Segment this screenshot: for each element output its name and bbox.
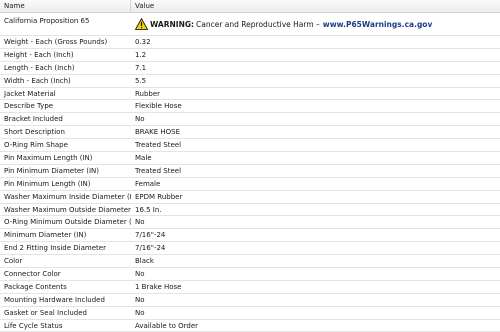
- table-row: Connector Color No: [0, 268, 500, 281]
- table-row: Color Black: [0, 255, 500, 269]
- table-row: Width - Each (Inch) 5.5: [0, 75, 500, 88]
- row-name: Mounting Hardware Included: [4, 295, 105, 304]
- row-name: Gasket or Seal Included: [4, 308, 87, 317]
- row-name: Pin Minimum Length (IN): [4, 179, 91, 188]
- row-value: No: [135, 308, 145, 317]
- row-value: 7/16"-24: [135, 244, 166, 253]
- table-row: Jacket Material Rubber: [0, 88, 500, 101]
- column-header-value[interactable]: Value: [131, 0, 500, 13]
- table-row: End 2 Fitting Inside Diameter 7/16"-24: [0, 242, 500, 256]
- row-value: Rubber: [135, 89, 161, 98]
- row-name: Washer Maximum Inside Diameter (I...: [4, 192, 131, 201]
- table-row: Mounting Hardware Included No: [0, 294, 500, 307]
- row-value: No: [135, 295, 145, 304]
- row-name: Minimum Diameter (IN): [4, 231, 87, 240]
- p65-warnings-link[interactable]: www.P65Warnings.ca.gov: [323, 20, 433, 29]
- row-name: Pin Maximum Length (IN): [4, 153, 93, 162]
- row-value: No: [135, 269, 145, 278]
- row-name: Height - Each (Inch): [4, 50, 74, 59]
- row-value: EPDM Rubber: [135, 192, 183, 201]
- row-value: No: [135, 218, 145, 227]
- row-value: 7/16"-24: [135, 231, 166, 240]
- row-name: O-Ring Minimum Outside Diameter (...: [4, 218, 131, 227]
- row-name: End 2 Fitting Inside Diameter: [4, 244, 106, 253]
- table-row: Minimum Diameter (IN) 7/16"-24: [0, 229, 500, 243]
- row-value: BRAKE HOSE: [135, 128, 181, 137]
- table-row: Washer Maximum Inside Diameter (I... EPDM…: [0, 191, 500, 204]
- table-row: Life Cycle Status Available to Order: [0, 320, 500, 332]
- table-row: Package Contents 1 Brake Hose: [0, 281, 500, 294]
- product-attributes-table: Name Value California Proposition 65 WAR…: [0, 0, 500, 332]
- row-name: Pin Minimum Diameter (IN): [4, 166, 100, 175]
- table-row: Pin Maximum Length (IN) Male: [0, 152, 500, 165]
- warning-text: Cancer and Reproductive Harm –: [196, 19, 320, 29]
- table-row: Short Description BRAKE HOSE: [0, 126, 500, 140]
- row-name: Short Description: [4, 128, 65, 137]
- table-body: Weight - Each (Gross Pounds) 0.32 Height -…: [0, 36, 500, 332]
- row-value: 0.32: [135, 37, 151, 46]
- row-name: Washer Maximum Outside Diameter ...: [4, 205, 131, 214]
- row-value: 7.1: [135, 63, 147, 72]
- table-row: Washer Maximum Outside Diameter ... 16.5 …: [0, 204, 500, 217]
- table-row: Gasket or Seal Included No: [0, 307, 500, 320]
- row-value: Treated Steel: [135, 166, 182, 175]
- table-row: O-Ring Rim Shape Treated Steel: [0, 139, 500, 153]
- warning-label: WARNING:: [150, 19, 195, 29]
- row-name: Describe Type: [4, 102, 54, 111]
- row-name: Width - Each (Inch): [4, 76, 71, 85]
- row-value: Treated Steel: [135, 141, 182, 150]
- row-value: Flexible Hose: [135, 102, 182, 111]
- row-name: California Proposition 65: [4, 17, 90, 25]
- table-row: Bracket Included No: [0, 113, 500, 127]
- row-value: 5.5: [135, 76, 147, 85]
- table-row: Pin Minimum Length (IN) Female: [0, 178, 500, 191]
- row-name: Weight - Each (Gross Pounds): [4, 37, 108, 46]
- row-value: Female: [135, 179, 161, 188]
- column-header-name[interactable]: Name: [0, 0, 131, 13]
- table-row-prop65: California Proposition 65 WARNING: Cance…: [0, 13, 500, 36]
- row-name: Package Contents: [4, 282, 67, 291]
- row-value: No: [135, 115, 145, 124]
- table-row: Height - Each (Inch) 1.2: [0, 49, 500, 62]
- row-value: Male: [135, 153, 152, 162]
- row-name: Length - Each (Inch): [4, 63, 75, 72]
- row-name: Bracket Included: [4, 115, 63, 124]
- row-name: Color: [4, 257, 23, 266]
- table-header: Name Value: [0, 0, 500, 13]
- row-value: Black: [135, 257, 154, 266]
- row-name: O-Ring Rim Shape: [4, 141, 68, 150]
- row-value: 1.2: [135, 50, 147, 59]
- row-value: WARNING: Cancer and Reproductive Harm – …: [131, 13, 500, 30]
- row-value: 1 Brake Hose: [135, 282, 182, 291]
- warning-triangle-icon: [134, 17, 149, 30]
- table-row: Weight - Each (Gross Pounds) 0.32: [0, 36, 500, 49]
- row-value: 16.5 In.: [135, 205, 162, 214]
- row-name: Life Cycle Status: [4, 321, 63, 330]
- row-name: Jacket Material: [4, 89, 56, 98]
- table-row: Describe Type Flexible Hose: [0, 100, 500, 114]
- table-row: O-Ring Minimum Outside Diameter (... No: [0, 216, 500, 230]
- row-value: Available to Order: [135, 321, 199, 330]
- table-row: Length - Each (Inch) 7.1: [0, 62, 500, 75]
- table-row: Pin Minimum Diameter (IN) Treated Steel: [0, 165, 500, 178]
- row-name: Connector Color: [4, 269, 61, 278]
